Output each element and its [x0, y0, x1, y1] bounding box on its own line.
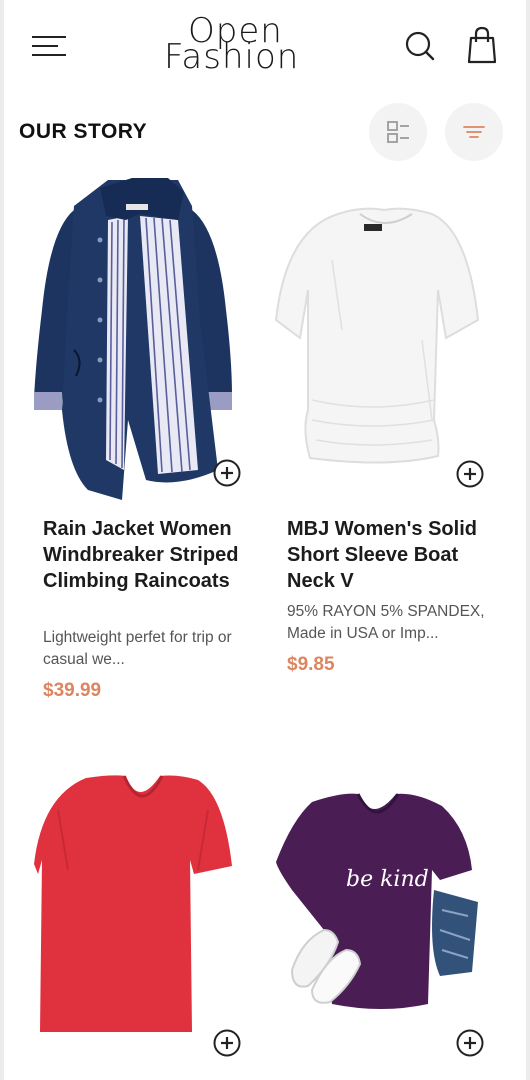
- open-fashion-logo[interactable]: Open Fashion: [160, 14, 310, 80]
- menu-button[interactable]: [28, 28, 72, 64]
- product-title[interactable]: Rain Jacket Women Windbreaker Striped Cl…: [43, 516, 253, 594]
- search-button[interactable]: [400, 26, 440, 66]
- product-description: 95% RAYON 5% SPANDEX, Made in USA or Imp…: [287, 603, 485, 642]
- tshirt-print-text: be kind: [346, 867, 429, 892]
- menu-icon-line: [32, 36, 66, 38]
- add-circle-icon: [456, 460, 484, 488]
- filter-button[interactable]: [445, 103, 503, 161]
- product-description: Lightweight perfet for trip or casual we…: [43, 629, 232, 668]
- list-view-button[interactable]: [369, 103, 427, 161]
- section-title: OUR STORY: [19, 120, 148, 143]
- search-icon: [405, 31, 435, 61]
- add-circle-icon: [213, 1029, 241, 1057]
- menu-icon-line: [32, 54, 66, 56]
- screen-edge-left: [0, 0, 4, 1080]
- product-card[interactable]: [28, 770, 278, 1070]
- menu-icon-line: [32, 45, 58, 47]
- add-to-cart-button[interactable]: [455, 1028, 485, 1058]
- product-image-purple-tshirt[interactable]: be kind: [272, 780, 502, 1020]
- product-price: $9.85: [287, 654, 335, 675]
- app-header: Open Fashion: [0, 0, 530, 95]
- product-price: $39.99: [43, 680, 102, 701]
- product-card[interactable]: be kind: [272, 780, 522, 1070]
- add-circle-icon: [213, 459, 241, 487]
- product-image-red-tshirt[interactable]: [28, 770, 258, 1040]
- add-circle-icon: [456, 1029, 484, 1057]
- add-to-cart-button[interactable]: [212, 458, 242, 488]
- product-image-white-top[interactable]: [272, 170, 502, 490]
- filter-icon: [463, 126, 485, 138]
- product-image-rain-jacket[interactable]: [28, 170, 258, 500]
- shopping-bag-icon: [467, 26, 497, 64]
- screen-edge-right: [526, 0, 530, 1080]
- product-card[interactable]: MBJ Women's Solid Short Sleeve Boat Neck…: [272, 170, 522, 690]
- add-to-cart-button[interactable]: [455, 459, 485, 489]
- logo-word-fashion: Fashion: [164, 37, 300, 77]
- shopping-bag-button[interactable]: [462, 24, 502, 66]
- product-title[interactable]: MBJ Women's Solid Short Sleeve Boat Neck…: [287, 516, 497, 594]
- add-to-cart-button[interactable]: [212, 1028, 242, 1058]
- list-view-icon: [387, 121, 409, 143]
- product-card[interactable]: Rain Jacket Women Windbreaker Striped Cl…: [28, 170, 278, 710]
